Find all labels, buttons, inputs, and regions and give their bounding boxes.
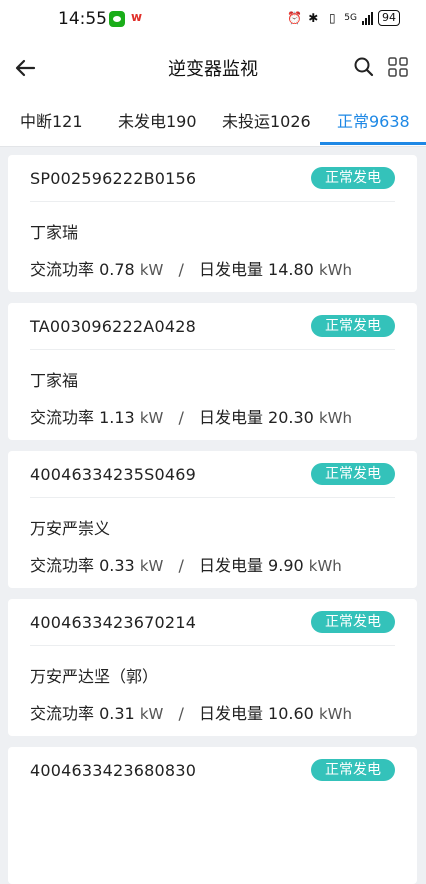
inverter-serial: SP002596222B0156 (30, 169, 197, 188)
inverter-serial: 40046334235S0469 (30, 465, 197, 484)
tab-not-commissioned[interactable]: 未投运1026 (222, 108, 311, 132)
status-badge: 正常发电 (311, 315, 395, 337)
metric-separator: / (178, 704, 184, 723)
daily-energy-label: 日发电量 (198, 556, 263, 575)
owner-name: 万安严崇义 (30, 519, 111, 538)
app-header: 逆变器监视 (0, 40, 426, 94)
daily-energy-value: 9.90 (268, 556, 304, 575)
signal-icon (362, 11, 373, 25)
status-time: 14:55 (58, 9, 107, 29)
ac-power-unit: kW (139, 557, 164, 575)
daily-energy-unit: kWh (318, 261, 352, 279)
app-notification-icon: w (131, 10, 143, 24)
battery-indicator: 94 (378, 10, 400, 26)
status-badge: 正常发电 (311, 167, 395, 189)
ac-power-label: 交流功率 (30, 260, 95, 279)
ac-power-unit: kW (139, 261, 164, 279)
daily-energy-label: 日发电量 (198, 408, 263, 427)
inverter-metrics: 交流功率 0.78 kW / 日发电量 14.80 kWh (30, 256, 352, 280)
active-tab-indicator (320, 142, 426, 145)
card-divider (30, 349, 395, 350)
grid-icon (388, 57, 408, 77)
tab-normal[interactable]: 正常9638 (337, 108, 410, 132)
inverter-metrics: 交流功率 1.13 kW / 日发电量 20.30 kWh (30, 404, 352, 428)
inverter-metrics: 交流功率 0.33 kW / 日发电量 9.90 kWh (30, 552, 342, 576)
daily-energy-value: 20.30 (268, 408, 314, 427)
metric-separator: / (178, 408, 184, 427)
network-type: 5G (344, 13, 357, 23)
tab-interrupted[interactable]: 中断121 (20, 108, 83, 132)
status-bar: 14:55 w ⏰ ✱ ▯ 5G 94 (0, 0, 426, 40)
daily-energy-unit: kWh (318, 409, 352, 427)
ac-power-label: 交流功率 (30, 704, 95, 723)
inverter-card[interactable]: 4004633423670214 正常发电 万安严达坚（郭） 交流功率 0.31… (8, 599, 417, 736)
card-divider (30, 201, 395, 202)
tab-not-generating[interactable]: 未发电190 (118, 108, 197, 132)
inverter-metrics: 交流功率 0.31 kW / 日发电量 10.60 kWh (30, 700, 352, 724)
wechat-notification-icon (109, 11, 125, 27)
metric-separator: / (178, 260, 184, 279)
owner-name: 万安严达坚（郭） (30, 667, 159, 686)
alarm-icon: ⏰ (287, 11, 303, 25)
daily-energy-value: 14.80 (268, 260, 314, 279)
owner-name: 丁家福 (30, 371, 79, 390)
status-icons: ⏰ ✱ ▯ 5G 94 (287, 10, 400, 26)
daily-energy-value: 10.60 (268, 704, 314, 723)
ac-power-value: 0.33 (99, 556, 135, 575)
card-divider (30, 645, 395, 646)
grid-menu-button[interactable] (386, 55, 410, 79)
search-button[interactable] (352, 55, 376, 79)
ac-power-unit: kW (139, 705, 164, 723)
inverter-serial: TA003096222A0428 (30, 317, 196, 336)
status-tabs: 中断121 未发电190 未投运1026 正常9638 (0, 94, 426, 147)
status-badge: 正常发电 (311, 759, 395, 781)
inverter-serial: 4004633423680830 (30, 761, 197, 780)
search-icon (354, 57, 374, 77)
ac-power-value: 1.13 (99, 408, 135, 427)
status-badge: 正常发电 (311, 611, 395, 633)
daily-energy-unit: kWh (308, 557, 342, 575)
card-divider (30, 497, 395, 498)
daily-energy-unit: kWh (318, 705, 352, 723)
inverter-card[interactable]: TA003096222A0428 正常发电 丁家福 交流功率 1.13 kW /… (8, 303, 417, 440)
inverter-card[interactable]: SP002596222B0156 正常发电 丁家瑞 交流功率 0.78 kW /… (8, 155, 417, 292)
owner-name: 丁家瑞 (30, 223, 79, 242)
ac-power-value: 0.31 (99, 704, 135, 723)
status-badge: 正常发电 (311, 463, 395, 485)
ac-power-label: 交流功率 (30, 408, 95, 427)
ac-power-value: 0.78 (99, 260, 135, 279)
daily-energy-label: 日发电量 (198, 704, 263, 723)
ac-power-label: 交流功率 (30, 556, 95, 575)
ac-power-unit: kW (139, 409, 164, 427)
metric-separator: / (178, 556, 184, 575)
daily-energy-label: 日发电量 (198, 260, 263, 279)
vibrate-icon: ▯ (328, 11, 336, 25)
inverter-card[interactable]: 40046334235S0469 正常发电 万安严崇义 交流功率 0.33 kW… (8, 451, 417, 588)
inverter-card[interactable]: 4004633423680830 正常发电 (8, 747, 417, 884)
inverter-serial: 4004633423670214 (30, 613, 197, 632)
bluetooth-icon: ✱ (308, 11, 319, 25)
